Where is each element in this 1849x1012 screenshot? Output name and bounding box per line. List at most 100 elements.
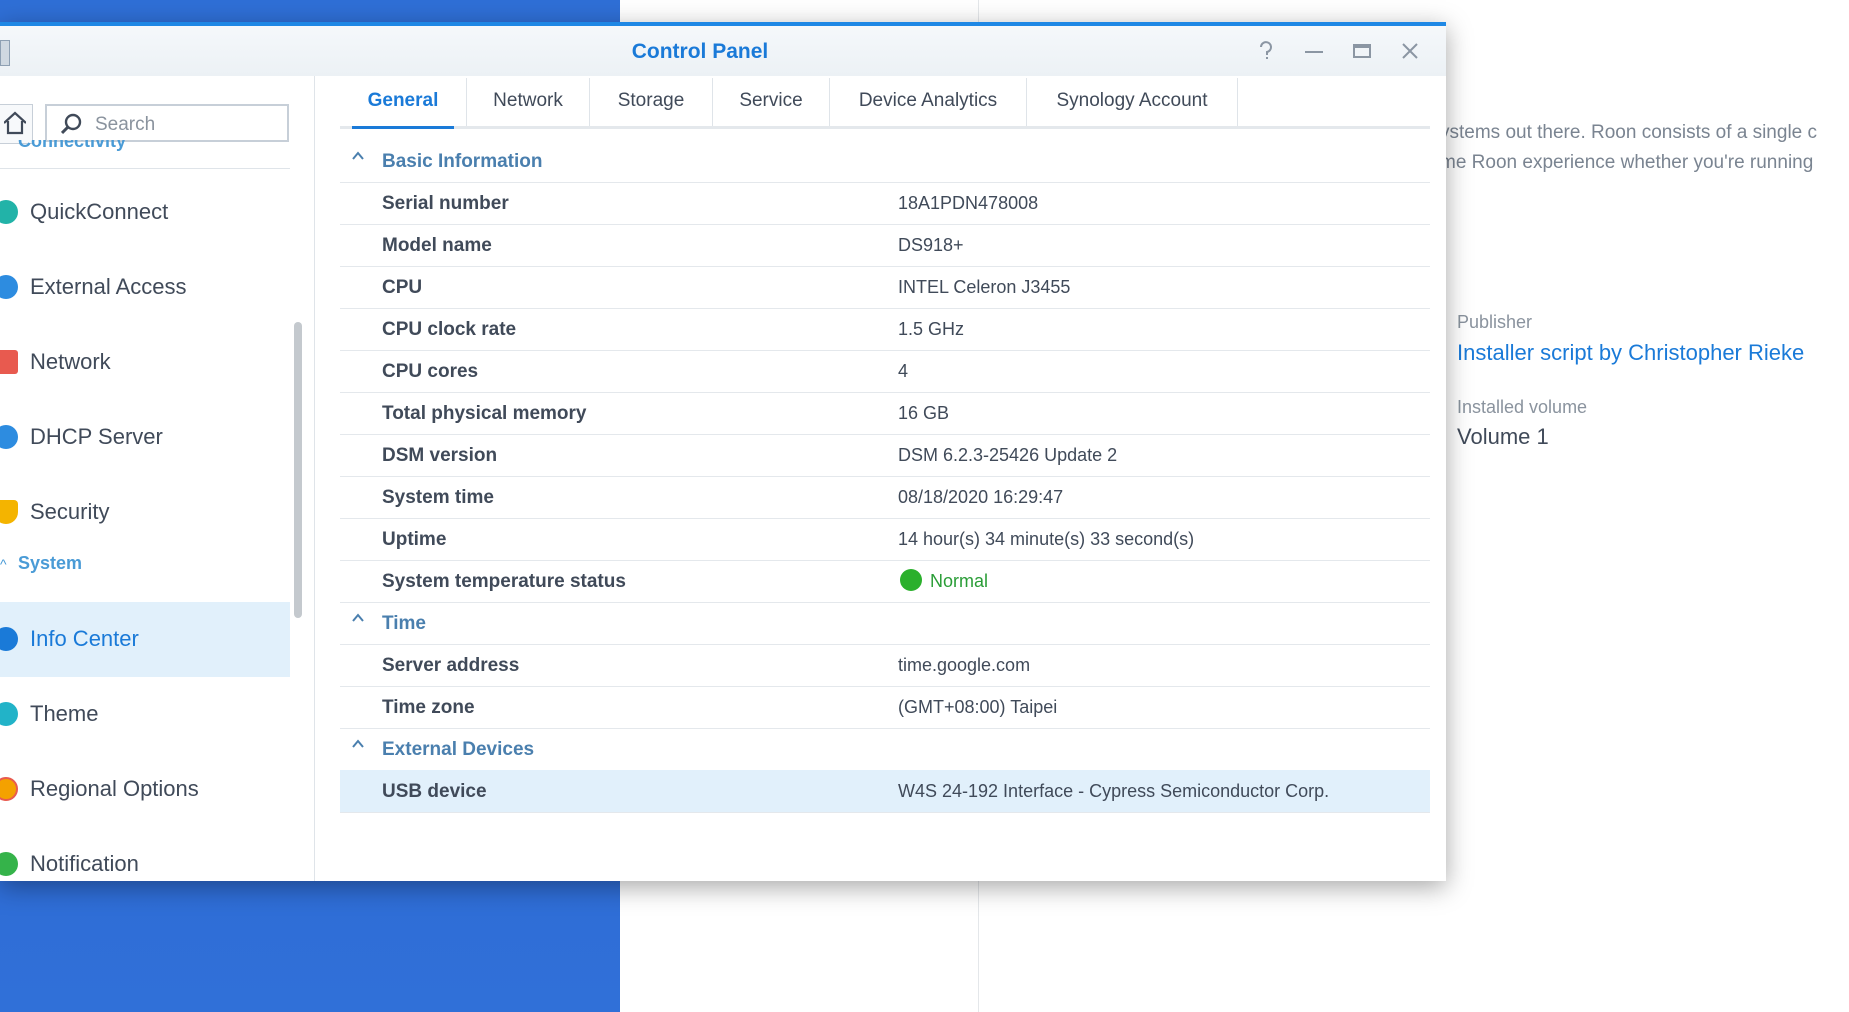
table-row: System time 08/18/2020 16:29:47	[340, 476, 1430, 519]
installed-volume-label: Installed volume	[1457, 397, 1588, 417]
section-basic-information[interactable]: Basic Information	[340, 140, 1430, 183]
section-external-devices[interactable]: External Devices	[340, 728, 1430, 771]
tab-storage[interactable]: Storage	[590, 78, 713, 126]
minimize-icon	[1305, 51, 1323, 53]
table-row-selected[interactable]: USB device W4S 24-192 Interface - Cypress…	[340, 770, 1430, 813]
row-key: CPU	[382, 277, 423, 298]
row-key: CPU clock rate	[382, 319, 517, 340]
tab-device-analytics[interactable]: Device Analytics	[830, 78, 1027, 126]
row-key: DSM version	[382, 445, 498, 466]
publisher-label: Publisher	[1457, 312, 1533, 332]
sidebar-item-quickconnect[interactable]: QuickConnect	[0, 175, 290, 250]
row-value: DSM 6.2.3-25426 Update 2	[898, 445, 1118, 465]
publisher-link[interactable]: Installer script by Christopher Rieke	[1457, 340, 1804, 366]
section-time[interactable]: Time	[340, 602, 1430, 645]
table-row: System temperature status Normal	[340, 560, 1430, 603]
tab-network[interactable]: Network	[467, 78, 590, 126]
quickconnect-icon	[0, 200, 18, 224]
sidebar-item-regional-options[interactable]: Regional Options	[0, 752, 290, 827]
row-value: time.google.com	[898, 655, 1031, 675]
search-box[interactable]	[45, 104, 289, 142]
sidebar-item-label: QuickConnect	[30, 199, 169, 224]
table-row: Time zone (GMT+08:00) Taipei	[340, 686, 1430, 729]
chevron-up-icon	[352, 739, 364, 748]
description-line: ystems out there. Roon consists of a sin…	[1440, 122, 1818, 143]
row-value: 4	[898, 361, 909, 381]
table-row: CPU cores 4	[340, 350, 1430, 393]
sidebar-item-network[interactable]: Network	[0, 325, 290, 400]
sidebar: Connectivity QuickConnect External Acces…	[0, 76, 315, 881]
row-value: 08/18/2020 16:29:47	[898, 487, 1064, 507]
row-key: System time	[382, 487, 494, 508]
status-ok-icon	[900, 569, 922, 591]
sidebar-item-label: DHCP Server	[30, 424, 163, 449]
row-value: DS918+	[898, 235, 964, 255]
tab-bar: General Network Storage Service Device A…	[340, 78, 1430, 129]
row-value: INTEL Celeron J3455	[898, 277, 1071, 297]
table-row: DSM version DSM 6.2.3-25426 Update 2	[340, 434, 1430, 477]
table-row: Server address time.google.com	[340, 644, 1430, 687]
minimize-button[interactable]	[1302, 40, 1326, 64]
table-row: Uptime 14 hour(s) 34 minute(s) 33 second(…	[340, 518, 1430, 561]
sidebar-item-notification[interactable]: Notification	[0, 827, 290, 881]
info-center-icon	[0, 627, 18, 651]
row-value: 1.5 GHz	[898, 319, 965, 339]
search-icon	[61, 113, 82, 135]
maximize-button[interactable]	[1350, 40, 1374, 64]
security-icon	[0, 500, 18, 524]
row-value: 16 GB	[898, 403, 950, 423]
external-access-icon	[0, 275, 18, 299]
sidebar-item-label: External Access	[30, 274, 187, 299]
section-title: Time	[382, 613, 427, 634]
row-value: (GMT+08:00) Taipei	[898, 697, 1058, 717]
table-row: Model name DS918+	[340, 224, 1430, 267]
chevron-up-icon: ^	[0, 556, 7, 572]
category-divider	[0, 168, 290, 169]
sidebar-item-theme[interactable]: Theme	[0, 677, 290, 752]
sidebar-item-label: Notification	[30, 851, 139, 876]
temperature-status-value: Normal	[930, 571, 989, 591]
description-line: me Roon experience whether you're runnin…	[1440, 152, 1814, 173]
search-input[interactable]	[93, 112, 287, 138]
row-key: Model name	[382, 235, 492, 256]
sidebar-item-external-access[interactable]: External Access	[0, 250, 290, 325]
row-value: 18A1PDN478008	[898, 193, 1039, 213]
sidebar-item-dhcp-server[interactable]: DHCP Server	[0, 400, 290, 475]
close-button[interactable]	[1398, 40, 1422, 64]
category-connectivity[interactable]: Connectivity	[18, 140, 126, 152]
tab-general[interactable]: General	[340, 78, 467, 129]
help-button[interactable]	[1254, 40, 1278, 64]
table-row: CPU INTEL Celeron J3455	[340, 266, 1430, 309]
home-button[interactable]	[0, 104, 33, 144]
sidebar-item-label: Theme	[30, 701, 99, 726]
row-value: 14 hour(s) 34 minute(s) 33 second(s)	[898, 529, 1195, 549]
sidebar-item-label: Network	[30, 349, 111, 374]
row-key: Total physical memory	[382, 403, 587, 424]
close-icon	[1402, 43, 1418, 59]
category-system[interactable]: System	[18, 553, 82, 574]
sidebar-item-label: Security	[30, 499, 110, 524]
notification-icon	[0, 852, 18, 876]
sidebar-item-info-center[interactable]: Info Center	[0, 602, 290, 677]
tab-synology-account[interactable]: Synology Account	[1027, 78, 1238, 126]
row-value: W4S 24-192 Interface - Cypress Semicondu…	[898, 781, 1330, 801]
tab-service[interactable]: Service	[713, 78, 830, 126]
table-row: CPU clock rate 1.5 GHz	[340, 308, 1430, 351]
table-row: Total physical memory 16 GB	[340, 392, 1430, 435]
sidebar-item-label: Regional Options	[30, 776, 199, 801]
chevron-up-icon	[352, 613, 364, 622]
sidebar-item-security[interactable]: Security	[0, 475, 290, 550]
title-bar[interactable]: Control Panel	[0, 26, 1446, 76]
home-icon	[4, 111, 26, 135]
sidebar-scrollbar[interactable]	[294, 322, 302, 618]
row-key: System temperature status	[382, 571, 626, 592]
sidebar-item-label: Info Center	[30, 626, 139, 651]
background-package-description: ystems out there. Roon consists of a sin…	[1440, 118, 1849, 178]
chevron-up-icon	[352, 151, 364, 160]
section-title: Basic Information	[382, 151, 543, 172]
installed-volume-value: Volume 1	[1457, 424, 1549, 449]
row-key: Serial number	[382, 193, 509, 214]
window-title: Control Panel	[631, 40, 769, 63]
theme-icon	[0, 702, 18, 726]
control-panel-window: Control Panel Connectivity QuickConnect	[0, 22, 1446, 881]
